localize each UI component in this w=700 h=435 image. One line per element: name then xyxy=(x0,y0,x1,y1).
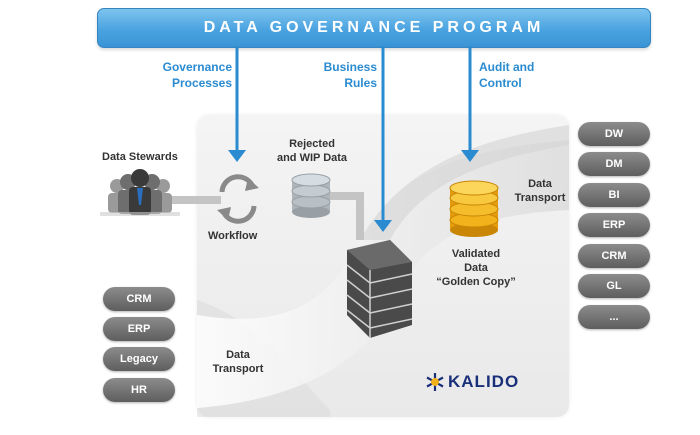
label-validated-data: Validated Data “Golden Copy” xyxy=(436,248,516,288)
label-workflow: Workflow xyxy=(208,230,258,242)
source-pill: CRM xyxy=(103,287,175,311)
source-pill: ERP xyxy=(103,317,175,341)
target-pill: GL xyxy=(578,274,650,298)
label-data-transport-right: Data Transport xyxy=(514,178,566,204)
firewall-icon xyxy=(346,240,413,338)
source-pill: Legacy xyxy=(103,347,175,371)
label-governance-processes: Governance Processes xyxy=(162,60,232,90)
target-pill: ... xyxy=(578,305,650,329)
label-audit-control: Audit and Control xyxy=(479,60,535,90)
people-icon xyxy=(100,169,180,216)
target-pill: ERP xyxy=(578,213,650,237)
governance-arrowhead xyxy=(228,150,246,162)
kalido-logo-icon xyxy=(426,373,444,391)
target-pill: CRM xyxy=(578,244,650,268)
database-gray-icon xyxy=(291,173,331,218)
label-data-stewards: Data Stewards xyxy=(102,151,178,163)
target-pill: DM xyxy=(578,152,650,176)
source-pill: HR xyxy=(103,378,175,402)
label-data-transport-bottom: Data Transport xyxy=(212,349,264,375)
label-business-rules: Business Rules xyxy=(323,60,377,90)
database-gold-icon xyxy=(449,180,499,237)
brand-name: KALIDO xyxy=(448,372,520,391)
kalido-logo: KALIDO xyxy=(425,370,519,394)
label-rejected-wip: Rejected and WIP Data xyxy=(276,138,348,164)
target-pill: DW xyxy=(578,122,650,146)
target-pill: BI xyxy=(578,183,650,207)
